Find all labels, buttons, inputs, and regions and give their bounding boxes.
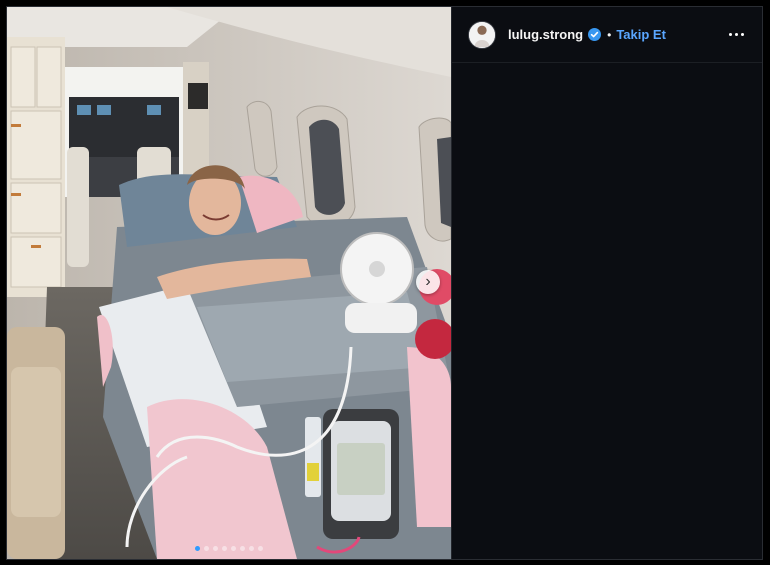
carousel-dot bbox=[231, 546, 236, 551]
chevron-right-icon: › bbox=[425, 273, 431, 290]
post-viewer: › lulug.strong • Takip Et bbox=[6, 6, 763, 560]
username-link[interactable]: lulug.strong bbox=[508, 27, 583, 42]
avatar-image bbox=[469, 21, 495, 47]
carousel-dot bbox=[213, 546, 218, 551]
carousel-dot bbox=[195, 546, 200, 551]
post-header: lulug.strong • Takip Et bbox=[452, 7, 762, 63]
carousel-dot bbox=[258, 546, 263, 551]
more-options-icon[interactable] bbox=[724, 23, 748, 47]
carousel-dot bbox=[249, 546, 254, 551]
verified-badge-icon bbox=[588, 28, 602, 41]
post-photo[interactable]: › bbox=[7, 7, 451, 559]
post-sidebar: lulug.strong • Takip Et bbox=[451, 7, 762, 559]
avatar[interactable] bbox=[468, 20, 496, 49]
carousel-indicator bbox=[7, 546, 451, 551]
separator-dot: • bbox=[607, 27, 612, 42]
carousel-dot bbox=[204, 546, 209, 551]
carousel-dot bbox=[240, 546, 245, 551]
photo-illustration bbox=[7, 7, 451, 559]
carousel-dot bbox=[222, 546, 227, 551]
follow-button[interactable]: Takip Et bbox=[616, 27, 666, 42]
carousel-next-button[interactable]: › bbox=[416, 270, 440, 294]
